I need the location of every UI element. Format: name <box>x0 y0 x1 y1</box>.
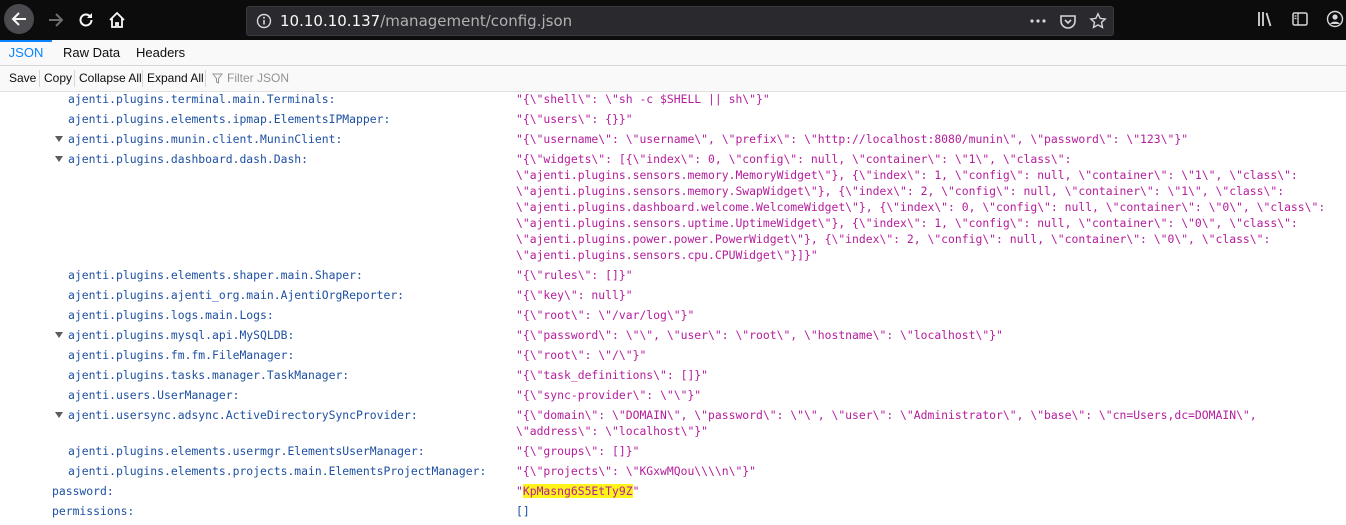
json-key: password: <box>52 484 114 498</box>
toolbar-divider <box>74 70 75 87</box>
json-value: "{\"widgets\": [{\"index\": 0, \"config\… <box>516 152 1326 262</box>
json-value: "{\"password\": \"\", \"user\": \"root\"… <box>516 328 1003 342</box>
json-value: "{\"sync-provider\": \"\"}" <box>516 388 702 402</box>
json-toolbar: Save Copy Collapse All Expand All Filter… <box>0 66 1346 92</box>
url-text[interactable]: 10.10.10.137/management/config.json <box>280 12 572 30</box>
json-value: "{\"username\": \"username\", \"prefix\"… <box>516 132 1189 146</box>
address-bar[interactable]: 10.10.10.137/management/config.json <box>246 6 1114 36</box>
tab-raw-data[interactable]: Raw Data <box>63 40 120 65</box>
reload-icon <box>79 13 93 27</box>
arrow-left-icon <box>11 12 26 26</box>
star-icon[interactable] <box>1089 12 1107 30</box>
back-button[interactable] <box>4 4 34 34</box>
json-value: "{\"groups\": []}" <box>516 444 640 458</box>
tab-json[interactable]: JSON <box>0 40 52 66</box>
password-value: KpMasng6S5EtTy9Z <box>522 484 633 498</box>
save-button[interactable]: Save <box>6 69 39 88</box>
json-value: "{\"root\": \"/var/log\"}" <box>516 308 695 322</box>
sidebar-icon[interactable] <box>1291 10 1309 28</box>
account-icon[interactable] <box>1326 10 1344 28</box>
json-value: "{\"key\": null}" <box>516 288 633 302</box>
json-key: ajenti.plugins.elements.projects.main.El… <box>68 464 487 478</box>
filter-json-input[interactable]: Filter JSON <box>212 69 289 88</box>
url-path: /management/config.json <box>380 12 573 30</box>
json-value: "{\"shell\": \"sh -c $SHELL || sh\"}" <box>516 92 770 106</box>
json-tree: ajenti.plugins.terminal.main.Terminals: … <box>0 92 1346 525</box>
expand-all-button[interactable]: Expand All <box>144 69 207 88</box>
collapse-all-button[interactable]: Collapse All <box>76 69 145 88</box>
copy-button[interactable]: Copy <box>41 69 75 88</box>
json-key: ajenti.usersync.adsync.ActiveDirectorySy… <box>68 408 418 422</box>
url-host: 10.10.10.137 <box>280 12 381 30</box>
browser-navbar: 10.10.10.137/management/config.json <box>0 0 1346 40</box>
json-key: permissions: <box>52 504 135 518</box>
toolbar-divider <box>142 70 143 87</box>
json-key: ajenti.plugins.munin.client.MuninClient: <box>68 132 343 146</box>
page-actions <box>1029 12 1107 30</box>
json-key: ajenti.plugins.elements.shaper.main.Shap… <box>68 268 363 282</box>
json-value: [] <box>516 504 530 518</box>
filter-icon <box>212 73 223 84</box>
expand-toggle-icon[interactable] <box>55 412 63 418</box>
toolbar-divider <box>39 70 40 87</box>
tab-headers[interactable]: Headers <box>136 40 185 65</box>
json-key: ajenti.plugins.terminal.main.Terminals: <box>68 92 336 106</box>
json-value: "{\"domain\": \"DOMAIN\", \"password\": … <box>516 408 1257 438</box>
json-value: "{\"task_definitions\": []}" <box>516 368 709 382</box>
json-key: ajenti.plugins.dashboard.dash.Dash: <box>68 152 309 166</box>
filter-placeholder: Filter JSON <box>227 71 290 85</box>
json-key: ajenti.plugins.mysql.api.MySQLDB: <box>68 328 295 342</box>
json-key: ajenti.plugins.fm.fm.FileManager: <box>68 348 295 362</box>
json-value: "{\"rules\": []}" <box>516 268 633 282</box>
json-key: ajenti.plugins.ajenti_org.main.AjentiOrg… <box>68 288 405 302</box>
json-value: "{\"root\": \"/\"}" <box>516 348 647 362</box>
viewer-tabs: JSON Raw Data Headers <box>0 40 1346 66</box>
forward-button[interactable] <box>40 4 72 36</box>
pocket-icon[interactable] <box>1059 12 1077 30</box>
json-key: ajenti.plugins.tasks.manager.TaskManager… <box>68 368 350 382</box>
json-key: ajenti.plugins.logs.main.Logs: <box>68 308 274 322</box>
json-key: ajenti.plugins.elements.ipmap.ElementsIP… <box>68 112 391 126</box>
library-icon[interactable] <box>1256 10 1274 28</box>
json-key: ajenti.plugins.elements.usermgr.Elements… <box>68 444 425 458</box>
info-icon[interactable] <box>256 13 272 29</box>
toolbar-right <box>1256 10 1346 28</box>
expand-toggle-icon[interactable] <box>55 156 63 162</box>
json-key: ajenti.users.UserManager: <box>68 388 240 402</box>
expand-toggle-icon[interactable] <box>55 332 63 338</box>
json-value: "{\"users\": {}}" <box>516 112 633 126</box>
toolbar-divider <box>205 70 206 87</box>
expand-toggle-icon[interactable] <box>55 136 63 142</box>
more-icon[interactable] <box>1029 12 1047 30</box>
home-icon <box>109 11 125 28</box>
json-value: "{\"projects\": \"KGxwMQou\\\\n\"}" <box>516 464 757 478</box>
arrow-right-icon <box>49 13 64 27</box>
reload-button[interactable] <box>70 4 102 36</box>
json-value: "KpMasng6S5EtTy9Z" <box>516 484 640 498</box>
home-button[interactable] <box>101 4 133 36</box>
